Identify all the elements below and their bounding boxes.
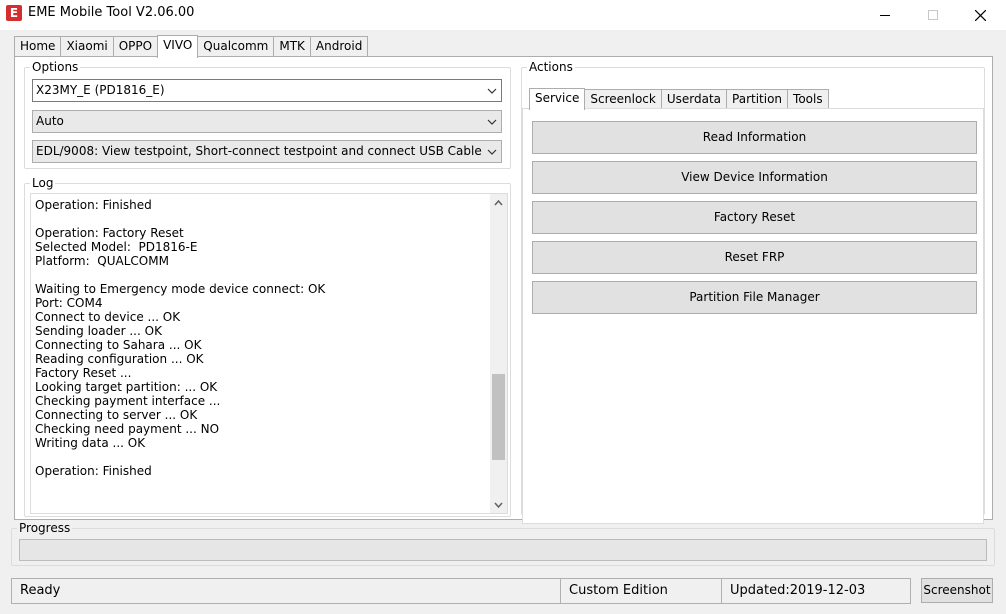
mode-select-value: Auto (36, 114, 64, 128)
log-line: Platform: QUALCOMM (35, 254, 169, 268)
tab-mtk[interactable]: MTK (273, 36, 311, 57)
factory-reset-button[interactable]: Factory Reset (532, 201, 977, 234)
status-updated: Updated:2019-12-03 (721, 578, 911, 604)
reset-frp-button[interactable]: Reset FRP (532, 241, 977, 274)
main-tab-bar: Home Xiaomi OPPO VIVO Qualcomm MTK Andro… (14, 35, 369, 58)
log-line: Sending loader ... OK (35, 324, 162, 338)
scroll-up-button[interactable] (490, 194, 507, 211)
status-state: Ready (11, 578, 561, 604)
chevron-up-icon (494, 199, 503, 205)
minimize-button[interactable] (862, 0, 908, 30)
progress-label: Progress (17, 521, 73, 535)
mode-select[interactable]: Auto (32, 110, 502, 133)
log-line: Connecting to Sahara ... OK (35, 338, 202, 352)
log-line: Waiting to Emergency mode device connect… (35, 282, 326, 296)
log-scrollbar[interactable] (490, 194, 507, 513)
progress-bar (19, 539, 987, 561)
connection-select-value: EDL/9008: View testpoint, Short-connect … (36, 144, 482, 158)
log-line: Connecting to server ... OK (35, 408, 198, 422)
log-line: Factory Reset ... (35, 366, 132, 380)
tab-xiaomi[interactable]: Xiaomi (60, 36, 114, 57)
chevron-down-icon (487, 88, 497, 94)
log-label: Log (30, 175, 56, 191)
log-line: Connect to device ... OK (35, 310, 181, 324)
chevron-down-icon (494, 502, 503, 508)
maximize-button[interactable] (910, 0, 956, 30)
minimize-icon (880, 15, 890, 16)
log-line: Checking need payment ... NO (35, 422, 220, 436)
options-group: Options X23MY_E (PD1816_E) Auto EDL/9008… (24, 59, 511, 169)
tab-partition[interactable]: Partition (726, 89, 789, 109)
tab-android[interactable]: Android (309, 36, 369, 57)
close-icon (974, 9, 986, 21)
tab-qualcomm[interactable]: Qualcomm (197, 36, 275, 57)
read-information-button[interactable]: Read Information (532, 121, 977, 154)
actions-tab-bar: Service Screenlock Userdata Partition To… (529, 88, 829, 110)
log-line: Operation: Finished (35, 198, 152, 212)
log-line: Looking target partition: ... OK (35, 380, 218, 394)
tab-tools[interactable]: Tools (787, 89, 829, 109)
log-line: Selected Model: PD1816-E (35, 240, 198, 254)
log-line: Port: COM4 (35, 296, 103, 310)
maximize-icon (928, 10, 938, 20)
chevron-down-icon (487, 119, 497, 125)
options-label: Options (30, 59, 81, 75)
actions-group: Actions Service Screenlock Userdata Part… (521, 59, 985, 524)
status-edition: Custom Edition (560, 578, 722, 604)
log-textbox[interactable]: Operation: Finished Operation: Factory Re… (30, 193, 508, 514)
model-select-value: X23MY_E (PD1816_E) (36, 83, 165, 97)
log-line: Writing data ... OK (35, 436, 146, 450)
service-tab-panel: Read Information View Device Information… (522, 108, 984, 524)
scroll-thumb[interactable] (492, 374, 505, 461)
view-device-information-button[interactable]: View Device Information (532, 161, 977, 194)
log-group: Log Operation: Finished Operation: Factor… (24, 175, 511, 517)
tab-service[interactable]: Service (529, 88, 586, 110)
tab-home[interactable]: Home (14, 36, 62, 57)
vivo-tab-panel: Options X23MY_E (PD1816_E) Auto EDL/9008… (14, 56, 993, 524)
log-line: Checking payment interface ... (35, 394, 221, 408)
tab-oppo[interactable]: OPPO (112, 36, 159, 57)
tab-screenlock[interactable]: Screenlock (584, 89, 662, 109)
log-line: Operation: Factory Reset (35, 226, 184, 240)
eme-app-icon: E (6, 5, 22, 21)
tab-vivo[interactable]: VIVO (157, 35, 199, 58)
title-bar[interactable]: E EME Mobile Tool V2.06.00 (0, 0, 1006, 30)
log-line: Reading configuration ... OK (35, 352, 204, 366)
partition-file-manager-button[interactable]: Partition File Manager (532, 281, 977, 314)
tab-userdata[interactable]: Userdata (660, 89, 728, 109)
log-line: Operation: Finished (35, 464, 152, 478)
screenshot-button[interactable]: Screenshot (921, 578, 993, 603)
scroll-down-button[interactable] (490, 496, 507, 513)
close-button[interactable] (957, 0, 1003, 30)
window-title: EME Mobile Tool V2.06.00 (28, 5, 195, 20)
log-content: Operation: Finished Operation: Factory Re… (35, 198, 491, 478)
actions-label: Actions (527, 59, 575, 75)
chevron-down-icon (487, 149, 497, 155)
model-select[interactable]: X23MY_E (PD1816_E) (32, 79, 502, 102)
connection-select[interactable]: EDL/9008: View testpoint, Short-connect … (32, 140, 502, 163)
